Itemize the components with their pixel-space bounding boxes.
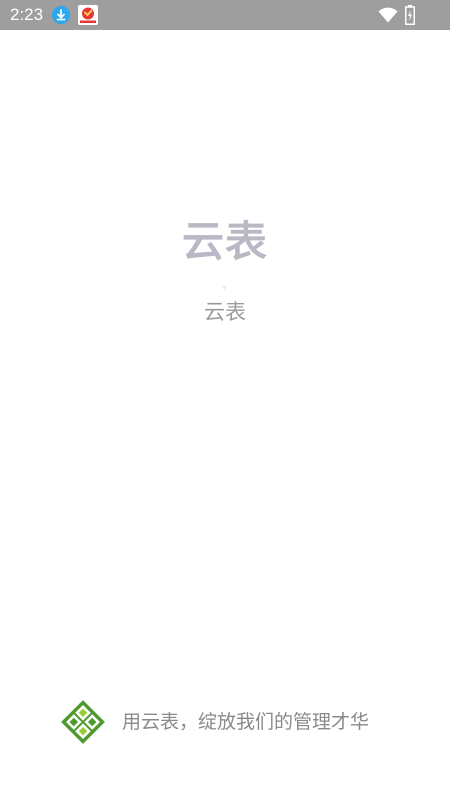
title-dot: [223, 286, 226, 289]
wifi-icon: [378, 7, 398, 23]
download-notification-icon: [52, 6, 70, 24]
app-subtitle: 云表: [204, 300, 246, 324]
footer-slogan: 用云表，绽放我们的管理才华: [122, 711, 370, 733]
app-title: 云表: [181, 217, 268, 266]
app-notification-icon: [78, 5, 98, 25]
battery-charging-icon: [405, 5, 415, 25]
status-time: 2:23: [10, 5, 44, 24]
status-bar: 2:23: [0, 0, 450, 30]
footer-brand: 用云表，绽放我们的管理才华: [60, 699, 369, 745]
yunbiao-logo-icon: [61, 700, 105, 744]
